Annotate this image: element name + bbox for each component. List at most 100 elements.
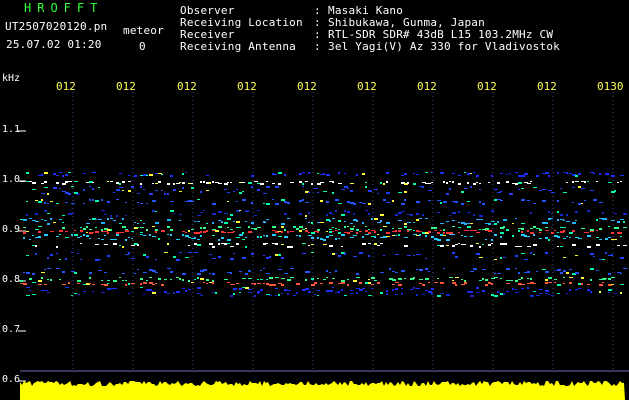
signal-pixel (545, 237, 548, 239)
signal-pixel (512, 288, 514, 290)
signal-pixel (563, 277, 565, 278)
signal-pixel (26, 272, 30, 274)
signal-pixel (284, 229, 286, 231)
signal-pixel (434, 227, 437, 229)
signal-pixel (605, 173, 609, 175)
signal-pixel (188, 252, 192, 253)
signal-pixel (365, 226, 367, 227)
signal-pixel (305, 279, 307, 281)
signal-pixel (425, 172, 428, 173)
signal-pixel (608, 289, 612, 291)
signal-pixel (464, 236, 467, 237)
signal-pixel (536, 228, 540, 229)
signal-pixel (392, 231, 395, 232)
signal-pixel (500, 173, 503, 174)
signal-pixel (308, 192, 310, 193)
signal-pixel (218, 183, 222, 184)
signal-pixel (362, 243, 366, 245)
signal-pixel (425, 235, 427, 237)
signal-pixel (275, 277, 279, 278)
signal-pixel (185, 235, 189, 237)
signal-pixel (488, 244, 491, 246)
signal-pixel (497, 182, 500, 184)
signal-pixel (197, 239, 200, 240)
signal-pixel (137, 193, 140, 194)
signal-pixel (194, 252, 198, 253)
signal-pixel (332, 278, 335, 279)
signal-pixel (416, 269, 418, 270)
signal-pixel (347, 284, 349, 286)
signal-pixel (452, 173, 455, 174)
signal-pixel (329, 220, 331, 222)
signal-pixel (578, 173, 581, 175)
signal-pixel (71, 295, 73, 296)
signal-pixel (170, 201, 174, 202)
signal-pixel (26, 172, 29, 174)
signal-pixel (338, 203, 342, 204)
signal-pixel (296, 235, 298, 236)
signal-pixel (65, 202, 68, 203)
signal-pixel (497, 273, 501, 274)
signal-pixel (533, 226, 536, 228)
signal-pixel (368, 243, 371, 244)
signal-pixel (263, 283, 265, 284)
signal-pixel (128, 293, 131, 294)
signal-pixel (620, 273, 622, 274)
signal-pixel (134, 222, 136, 223)
signal-pixel (590, 268, 594, 270)
signal-pixel (551, 218, 553, 219)
signal-pixel (518, 272, 520, 274)
signal-pixel (89, 229, 92, 230)
signal-pixel (557, 211, 559, 213)
signal-pixel (164, 193, 166, 195)
signal-pixel (266, 283, 269, 285)
signal-pixel (155, 229, 158, 231)
signal-pixel (341, 280, 345, 282)
signal-pixel (65, 237, 69, 238)
signal-pixel (71, 213, 74, 214)
signal-pixel (182, 234, 184, 236)
signal-pixel (74, 272, 77, 274)
signal-pixel (137, 244, 139, 246)
signal-pixel (227, 218, 231, 220)
signal-pixel (596, 237, 599, 238)
signal-pixel (470, 236, 473, 237)
signal-pixel (317, 290, 320, 291)
signal-pixel (122, 190, 124, 191)
signal-pixel (317, 237, 319, 239)
signal-pixel (440, 230, 442, 231)
signal-pixel (608, 237, 611, 238)
signal-pixel (290, 231, 294, 232)
signal-pixel (272, 284, 276, 286)
signal-pixel (287, 231, 289, 233)
signal-pixel (494, 199, 497, 201)
signal-pixel (449, 234, 452, 235)
signal-pixel (551, 213, 553, 214)
signal-pixel (296, 283, 300, 285)
signal-pixel (506, 283, 510, 284)
spectrogram (18, 92, 629, 400)
signal-pixel (20, 280, 23, 282)
signal-pixel (179, 278, 181, 280)
signal-pixel (566, 236, 568, 237)
signal-pixel (416, 201, 420, 203)
signal-pixel (305, 218, 307, 219)
signal-pixel (479, 219, 483, 220)
signal-pixel (557, 232, 559, 233)
signal-pixel (581, 203, 583, 204)
signal-pixel (59, 259, 61, 260)
signal-pixel (116, 232, 119, 234)
signal-pixel (488, 182, 490, 183)
signal-pixel (476, 232, 480, 233)
signal-pixel (329, 235, 333, 236)
signal-pixel (392, 228, 394, 229)
signal-pixel (119, 183, 121, 185)
signal-pixel (158, 238, 160, 240)
signal-pixel (386, 202, 390, 203)
signal-pixel (287, 290, 291, 291)
signal-pixel (425, 278, 429, 280)
signal-pixel (482, 203, 485, 205)
signal-pixel (500, 236, 502, 238)
signal-pixel (563, 238, 566, 239)
signal-pixel (254, 228, 257, 230)
